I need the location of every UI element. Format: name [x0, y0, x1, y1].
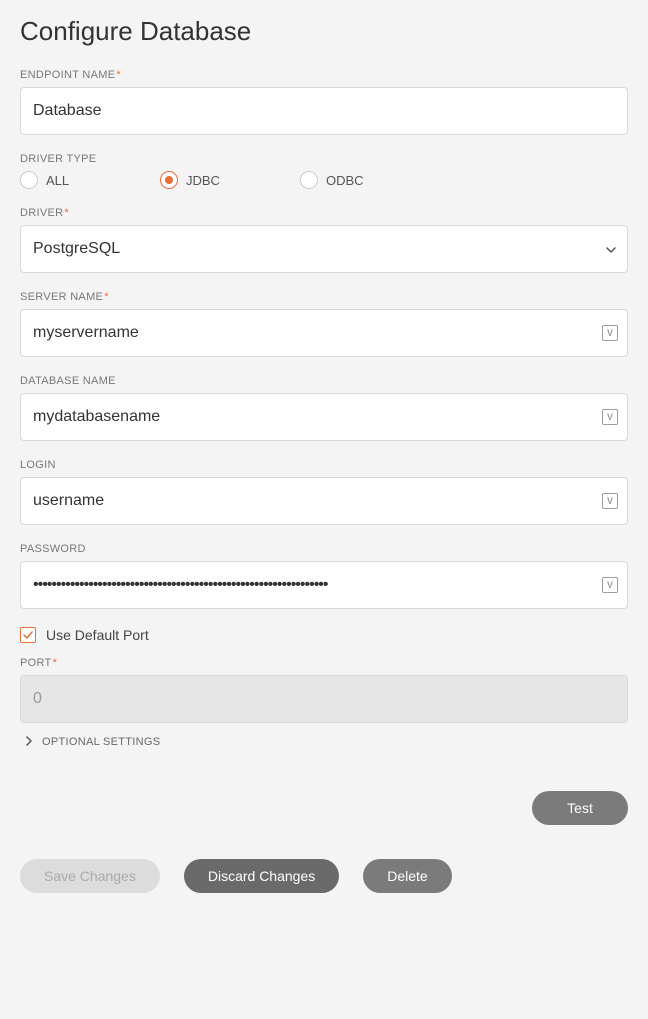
password-label: PASSWORD	[20, 543, 628, 555]
field-login: LOGIN V	[20, 459, 628, 525]
test-button-row: Test	[20, 791, 628, 825]
radio-dot-icon	[165, 176, 173, 184]
field-driver: DRIVER* PostgreSQL	[20, 207, 628, 273]
chevron-right-icon	[26, 733, 32, 751]
radio-jdbc[interactable]: JDBC	[160, 171, 300, 189]
input-wrap: V	[20, 309, 628, 357]
action-button-row: Save Changes Discard Changes Delete	[20, 859, 628, 893]
radio-icon	[20, 171, 38, 189]
page-title: Configure Database	[20, 16, 628, 47]
save-button: Save Changes	[20, 859, 160, 893]
login-label: LOGIN	[20, 459, 628, 471]
endpoint-name-label: ENDPOINT NAME*	[20, 69, 628, 81]
discard-button[interactable]: Discard Changes	[184, 859, 339, 893]
port-input	[20, 675, 628, 723]
port-label: PORT*	[20, 657, 628, 669]
password-input[interactable]	[20, 561, 628, 609]
label-text: PORT	[20, 657, 52, 669]
database-name-label: DATABASE NAME	[20, 375, 628, 387]
required-marker: *	[116, 69, 121, 81]
required-marker: *	[104, 291, 109, 303]
optional-settings-label: OPTIONAL SETTINGS	[42, 736, 160, 748]
checkbox-label: Use Default Port	[46, 627, 149, 643]
label-text: ENDPOINT NAME	[20, 69, 115, 81]
radio-icon	[160, 171, 178, 189]
field-port: PORT*	[20, 657, 628, 723]
select-value: PostgreSQL	[33, 240, 120, 258]
checkbox-icon	[20, 627, 36, 643]
radio-label: ODBC	[326, 173, 364, 188]
input-wrap: V	[20, 561, 628, 609]
endpoint-name-input[interactable]	[20, 87, 628, 135]
radio-odbc[interactable]: ODBC	[300, 171, 440, 189]
field-database-name: DATABASE NAME V	[20, 375, 628, 441]
field-server-name: SERVER NAME* V	[20, 291, 628, 357]
label-text: DRIVER	[20, 207, 63, 219]
driver-select-wrap: PostgreSQL	[20, 225, 628, 273]
server-name-input[interactable]	[20, 309, 628, 357]
field-endpoint-name: ENDPOINT NAME*	[20, 69, 628, 135]
radio-all[interactable]: ALL	[20, 171, 160, 189]
radio-label: ALL	[46, 173, 69, 188]
driver-label: DRIVER*	[20, 207, 628, 219]
optional-settings-toggle[interactable]: OPTIONAL SETTINGS	[20, 733, 628, 751]
required-marker: *	[53, 657, 58, 669]
label-text: SERVER NAME	[20, 291, 103, 303]
field-driver-type: DRIVER TYPE ALL JDBC ODBC	[20, 153, 628, 189]
radio-label: JDBC	[186, 173, 220, 188]
radio-icon	[300, 171, 318, 189]
required-marker: *	[64, 207, 69, 219]
database-name-input[interactable]	[20, 393, 628, 441]
input-wrap: V	[20, 393, 628, 441]
driver-select[interactable]: PostgreSQL	[20, 225, 628, 273]
field-password: PASSWORD V	[20, 543, 628, 609]
driver-type-radio-group: ALL JDBC ODBC	[20, 171, 628, 189]
use-default-port-checkbox[interactable]: Use Default Port	[20, 627, 628, 643]
driver-type-label: DRIVER TYPE	[20, 153, 628, 165]
server-name-label: SERVER NAME*	[20, 291, 628, 303]
test-button[interactable]: Test	[532, 791, 628, 825]
input-wrap: V	[20, 477, 628, 525]
login-input[interactable]	[20, 477, 628, 525]
delete-button[interactable]: Delete	[363, 859, 451, 893]
